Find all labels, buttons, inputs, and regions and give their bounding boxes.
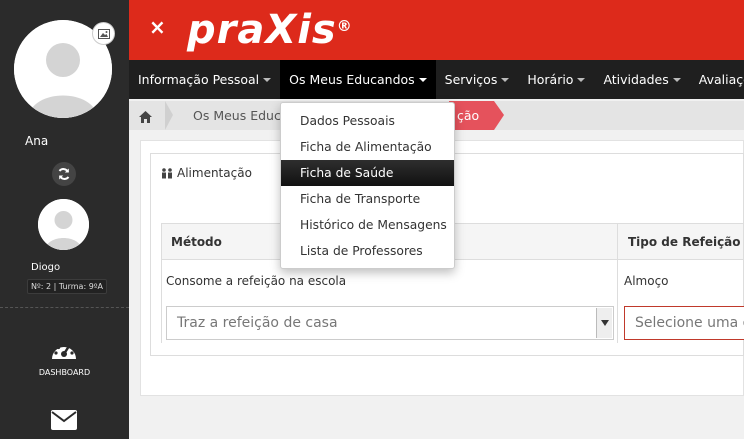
caret-down-icon	[672, 77, 681, 82]
metodo-select[interactable]: Traz a refeição de casa	[166, 306, 614, 340]
sidebar: Ana Diogo Nº: 2 | Turma: 9ºA DASHBOARD	[0, 0, 129, 439]
caret-down-icon	[418, 77, 427, 82]
cell-tipo: Almoço	[624, 274, 669, 288]
caret-down-icon	[577, 77, 586, 82]
menu-item-historico-mensagens[interactable]: Histórico de Mensagens	[281, 212, 454, 238]
close-icon[interactable]: ×	[149, 15, 166, 39]
dashboard-icon[interactable]	[50, 339, 78, 367]
nav-label: Serviços	[444, 72, 498, 87]
main-nav: Informação Pessoal Os Meus Educandos Ser…	[129, 60, 744, 99]
nav-avaliacoes[interactable]: Avaliações	[690, 60, 744, 99]
nav-label: Informação Pessoal	[138, 72, 260, 87]
child-name: Diogo	[31, 262, 61, 273]
panel-title: Alimentação	[161, 166, 252, 180]
educandos-dropdown-menu: Dados Pessoais Ficha de Alimentação Fich…	[280, 102, 455, 269]
app-header: × praXis®	[129, 0, 744, 60]
nav-label: Horário	[527, 72, 574, 87]
chevron-down-icon[interactable]	[596, 308, 612, 338]
nav-informacao-pessoal[interactable]: Informação Pessoal	[129, 60, 280, 99]
sidebar-divider	[0, 307, 129, 308]
nav-atividades[interactable]: Atividades	[594, 60, 689, 99]
brand-logo[interactable]: praXis®	[187, 6, 353, 54]
caret-down-icon	[263, 77, 272, 82]
logo-registered-mark: ®	[336, 17, 353, 35]
menu-item-ficha-alimentacao[interactable]: Ficha de Alimentação	[281, 134, 454, 160]
nav-label: Os Meus Educandos	[289, 72, 415, 87]
child-avatar[interactable]	[38, 199, 89, 250]
nav-servicos[interactable]: Serviços	[436, 60, 519, 99]
dashboard-label[interactable]: DASHBOARD	[0, 368, 129, 377]
breadcrumb-separator	[165, 101, 173, 130]
column-header-tipo: Tipo de Refeição	[628, 235, 741, 249]
cell-metodo: Consome a refeição na escola	[166, 274, 347, 288]
refresh-icon[interactable]	[52, 162, 76, 186]
menu-item-lista-professores[interactable]: Lista de Professores	[281, 238, 454, 264]
user-name: Ana	[25, 134, 49, 148]
menu-item-ficha-saude[interactable]: Ficha de Saúde	[281, 160, 454, 186]
breadcrumb-current-arrow	[494, 101, 504, 130]
tipo-refeicao-select[interactable]: Selecione uma op	[624, 306, 744, 340]
home-icon[interactable]	[139, 108, 152, 127]
panel-title-text: Alimentação	[177, 166, 252, 180]
breadcrumb-item[interactable]: Os Meus Educa	[193, 108, 289, 123]
nav-label: Atividades	[603, 72, 669, 87]
menu-item-dados-pessoais[interactable]: Dados Pessoais	[281, 108, 454, 134]
caret-down-icon	[501, 77, 510, 82]
child-info-badge: Nº: 2 | Turma: 9ºA	[27, 279, 108, 294]
breadcrumb-current: ção	[457, 108, 480, 123]
nav-horario[interactable]: Horário	[518, 60, 594, 99]
column-header-metodo: Método	[171, 235, 222, 249]
mail-icon[interactable]	[51, 410, 77, 434]
column-divider	[617, 223, 618, 343]
nav-label: Avaliações	[698, 72, 744, 87]
photo-icon[interactable]	[92, 22, 115, 45]
nav-os-meus-educandos[interactable]: Os Meus Educandos	[280, 60, 436, 99]
logo-text: praXis	[187, 7, 337, 53]
people-icon	[162, 167, 172, 178]
table-left-border	[161, 260, 162, 343]
menu-item-ficha-transporte[interactable]: Ficha de Transporte	[281, 186, 454, 212]
